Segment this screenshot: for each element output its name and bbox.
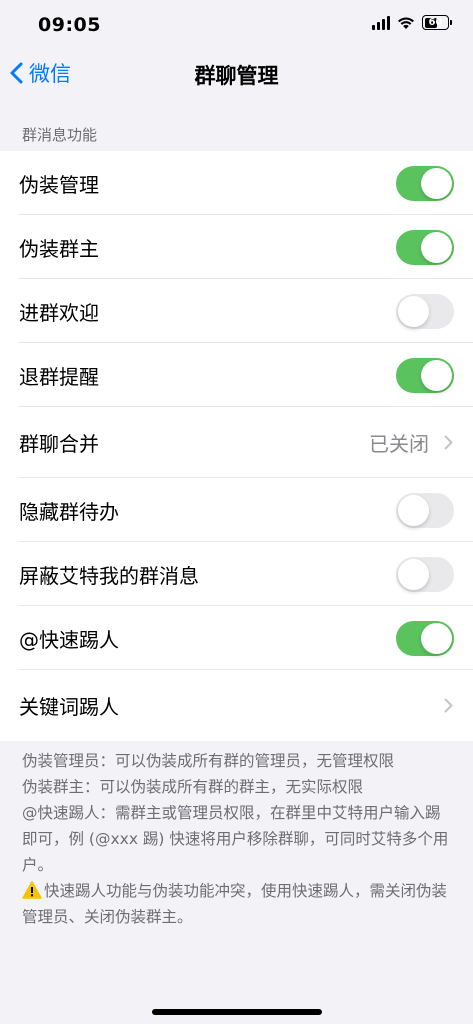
block-mentions-toggle[interactable] [396, 556, 454, 592]
row-quick-kick: @快速踢人 [0, 606, 473, 670]
footer-notes: 伪装管理员：可以伪装成所有群的管理员，无管理权限 伪装群主：可以伪装成所有群的群… [22, 748, 450, 930]
disguise-admin-toggle[interactable] [396, 165, 454, 201]
settings-group: 伪装管理 伪装群主 进群欢迎 退群提醒 群聊合并 已关闭 隐藏群待办 屏蔽艾特我… [0, 151, 473, 741]
leave-reminder-toggle[interactable] [396, 357, 454, 393]
row-disguise-owner: 伪装群主 [0, 215, 473, 279]
row-hide-group-todo: 隐藏群待办 [0, 478, 473, 542]
row-label: 屏蔽艾特我的群消息 [19, 563, 199, 588]
status-icons: 60 [372, 15, 452, 30]
note-warning: 快速踢人功能与伪装功能冲突，使用快速踢人，需关闭伪装管理员、关闭伪装群主。 [22, 878, 450, 930]
status-bar: 09:05 60 [0, 0, 473, 52]
row-keyword-kick[interactable]: 关键词踢人 [0, 670, 473, 741]
cellular-signal-icon [372, 15, 390, 30]
group-merge-value: 已关闭 [369, 432, 429, 456]
quick-kick-toggle[interactable] [396, 620, 454, 656]
chevron-right-icon [444, 435, 453, 450]
row-disguise-admin: 伪装管理 [0, 151, 473, 215]
row-label: 退群提醒 [19, 364, 99, 389]
page-title: 群聊管理 [194, 64, 279, 88]
home-indicator [152, 1009, 322, 1015]
row-label: @快速踢人 [19, 627, 119, 652]
hide-group-todo-toggle[interactable] [396, 492, 454, 528]
row-label: 关键词踢人 [19, 695, 119, 719]
row-label: 进群欢迎 [19, 300, 99, 325]
battery-percent: 60 [428, 17, 443, 28]
disguise-owner-toggle[interactable] [396, 229, 454, 265]
section-header: 群消息功能 [22, 126, 98, 144]
battery-icon: 60 [422, 15, 452, 30]
row-label: 伪装管理 [19, 172, 99, 197]
note-quick-kick: @快速踢人：需群主或管理员权限，在群里中艾特用户输入踢即可，例 (@xxx 踢)… [22, 804, 449, 874]
navigation-bar: 微信 群聊管理 [0, 52, 473, 96]
wifi-icon [398, 16, 414, 29]
join-welcome-toggle[interactable] [396, 293, 454, 329]
row-group-merge[interactable]: 群聊合并 已关闭 [0, 407, 473, 478]
row-label: 隐藏群待办 [19, 499, 119, 524]
row-label: 伪装群主 [19, 236, 99, 261]
row-leave-reminder: 退群提醒 [0, 343, 473, 407]
row-join-welcome: 进群欢迎 [0, 279, 473, 343]
row-label: 群聊合并 [19, 432, 99, 456]
note-disguise-admin: 伪装管理员：可以伪装成所有群的管理员，无管理权限 [22, 752, 395, 770]
row-block-mentions: 屏蔽艾特我的群消息 [0, 542, 473, 606]
warning-text: 快速踢人功能与伪装功能冲突，使用快速踢人，需关闭伪装管理员、关闭伪装群主。 [22, 882, 448, 926]
chevron-right-icon [444, 698, 453, 713]
note-disguise-owner: 伪装群主：可以伪装成所有群的群主，无实际权限 [22, 778, 364, 796]
status-time: 09:05 [38, 14, 101, 36]
warning-icon [22, 881, 42, 899]
